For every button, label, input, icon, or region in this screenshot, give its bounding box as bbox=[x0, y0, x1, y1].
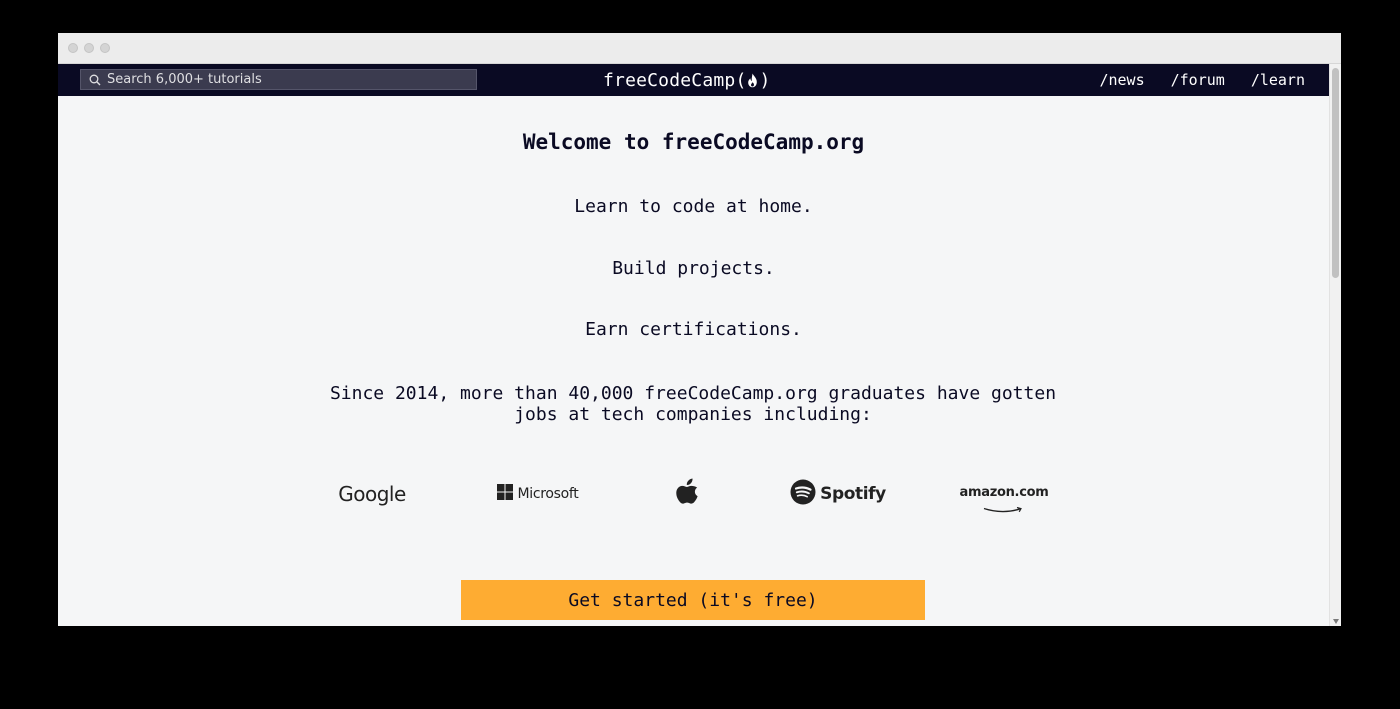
scroll-down-arrow-icon[interactable] bbox=[1333, 619, 1339, 624]
scrollbar-thumb[interactable] bbox=[1332, 68, 1339, 278]
graduates-statement-line-2: jobs at tech companies including: bbox=[514, 404, 872, 425]
get-started-button[interactable]: Get started (it's free) bbox=[461, 580, 925, 620]
tagline-learn: Learn to code at home. bbox=[574, 196, 813, 217]
search-input[interactable] bbox=[107, 70, 476, 89]
landing-content: Welcome to freeCodeCamp.org Learn to cod… bbox=[58, 96, 1329, 626]
google-logo: Google bbox=[330, 474, 414, 514]
tagline-build: Build projects. bbox=[612, 258, 775, 279]
microsoft-logo-text: Microsoft bbox=[517, 486, 579, 502]
microsoft-logo: Microsoft bbox=[488, 474, 588, 514]
spotify-logo: Spotify bbox=[788, 474, 888, 514]
window-titlebar bbox=[58, 33, 1341, 64]
spotify-logo-icon bbox=[790, 479, 816, 509]
search-bar[interactable] bbox=[80, 69, 477, 90]
amazon-logo: amazon.com bbox=[958, 474, 1050, 514]
page-title: Welcome to freeCodeCamp.org bbox=[522, 130, 865, 154]
graduates-statement: Since 2014, more than 40,000 freeCodeCam… bbox=[293, 383, 1093, 425]
graduates-statement-line-1: Since 2014, more than 40,000 freeCodeCam… bbox=[329, 383, 1057, 404]
nav-link-learn[interactable]: /learn bbox=[1251, 71, 1305, 89]
vertical-scrollbar[interactable] bbox=[1329, 64, 1341, 626]
company-logos: Google Microsoft Spotify amazon.com bbox=[58, 474, 1329, 514]
top-navbar: freeCodeCamp( ) /news /forum /learn bbox=[58, 64, 1329, 96]
flame-icon bbox=[747, 73, 758, 88]
window-minimize-dot[interactable] bbox=[84, 43, 94, 53]
browser-window: freeCodeCamp( ) /news /forum /learn Welc… bbox=[58, 33, 1341, 626]
brand-text-left: freeCodeCamp( bbox=[603, 69, 747, 91]
nav-link-news[interactable]: /news bbox=[1099, 71, 1144, 89]
spotify-logo-text: Spotify bbox=[820, 484, 886, 504]
apple-logo-icon bbox=[676, 478, 700, 510]
window-zoom-dot[interactable] bbox=[100, 43, 110, 53]
tagline-earn: Earn certifications. bbox=[585, 319, 802, 340]
primary-nav: /news /forum /learn bbox=[1099, 64, 1305, 96]
nav-link-forum[interactable]: /forum bbox=[1171, 71, 1225, 89]
brand-text-right: ) bbox=[759, 69, 771, 91]
amazon-smile-icon bbox=[982, 498, 1026, 512]
site-logo[interactable]: freeCodeCamp( ) bbox=[603, 68, 771, 92]
google-logo-text: Google bbox=[338, 482, 406, 506]
apple-logo bbox=[668, 474, 708, 514]
window-close-dot[interactable] bbox=[68, 43, 78, 53]
microsoft-logo-icon bbox=[497, 484, 514, 504]
search-icon bbox=[87, 72, 103, 88]
